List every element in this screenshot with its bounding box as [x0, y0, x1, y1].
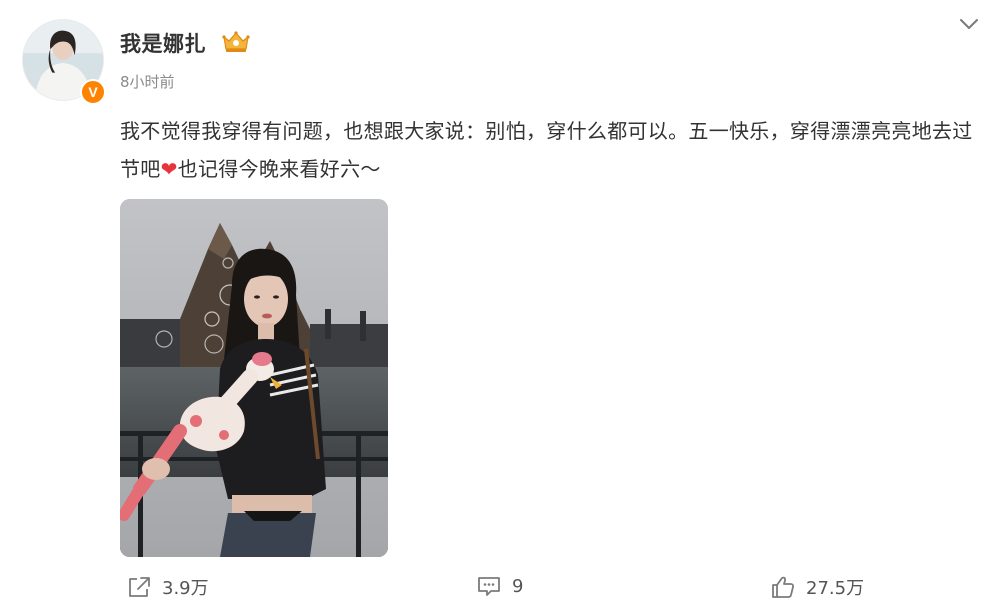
comment-button[interactable]: 9	[476, 574, 523, 598]
chevron-down-icon[interactable]	[958, 16, 980, 32]
heart-emoji: ❤	[160, 157, 178, 181]
share-icon	[129, 577, 150, 597]
post-text: 我不觉得我穿得有问题，也想跟大家说：别怕，穿什么都可以。五一快乐，穿得漂漂亮亮地…	[120, 112, 988, 188]
like-button[interactable]: 27.5万	[770, 574, 864, 600]
post-timestamp[interactable]: 8小时前	[120, 71, 175, 92]
username[interactable]: 我是娜扎	[120, 28, 206, 58]
share-button[interactable]: 3.9万	[126, 574, 209, 600]
crown-icon[interactable]	[221, 30, 251, 54]
share-count: 3.9万	[162, 578, 209, 599]
verified-badge: V	[80, 79, 106, 105]
post-photo	[120, 199, 388, 557]
thumbs-up-icon	[772, 576, 795, 598]
post-image[interactable]	[120, 199, 388, 557]
comment-icon	[478, 577, 500, 596]
comment-count: 9	[512, 575, 524, 597]
like-count: 27.5万	[806, 578, 865, 599]
post-text-part2: 也记得今晚来看好六～	[177, 157, 381, 181]
